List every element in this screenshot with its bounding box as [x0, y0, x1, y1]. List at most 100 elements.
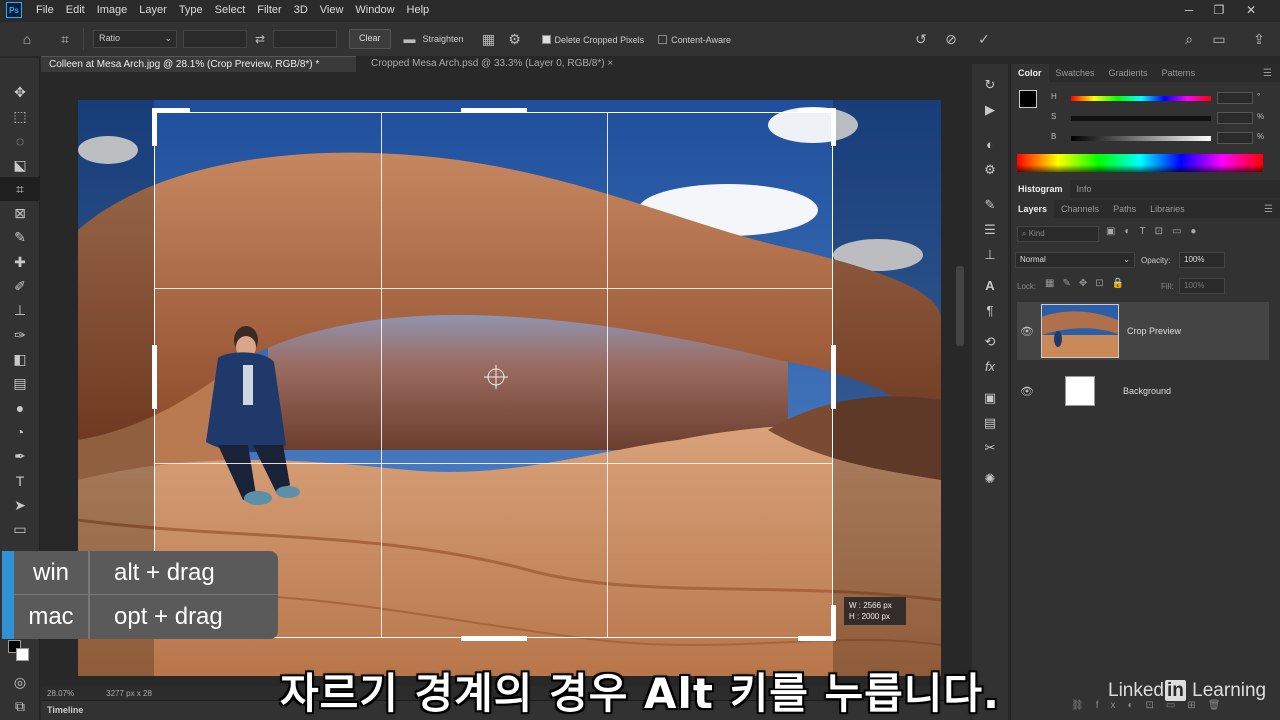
menu-view[interactable]: View	[314, 4, 350, 16]
crop-handle-top-left[interactable]	[152, 108, 157, 146]
tab-histogram[interactable]: Histogram	[1011, 180, 1070, 198]
tab-color[interactable]: Color	[1011, 64, 1049, 82]
home-icon[interactable]: ⌂	[14, 26, 40, 52]
content-aware-checkbox[interactable]	[658, 34, 668, 44]
color-spectrum-ramp[interactable]	[1017, 154, 1263, 172]
tab-swatches[interactable]: Swatches	[1049, 64, 1102, 82]
notes-icon[interactable]: ▤	[972, 410, 1008, 435]
timeline-icon[interactable]: ⟲	[972, 329, 1008, 354]
adjustments-icon[interactable]: ◐	[972, 132, 1008, 157]
cancel-crop-icon[interactable]: ⊘	[938, 26, 964, 52]
brush-settings-icon[interactable]: ✎	[972, 192, 1008, 217]
workspace-icon[interactable]: ▭	[1206, 26, 1232, 52]
minimize-button[interactable]: ─	[1174, 0, 1204, 20]
vertical-scrollbar[interactable]	[956, 266, 964, 346]
doc-tab-active[interactable]: Colleen at Mesa Arch.jpg @ 28.1% (Crop P…	[41, 56, 356, 72]
tab-libraries[interactable]: Libraries	[1143, 200, 1192, 218]
straighten-label[interactable]: Straighten	[423, 34, 464, 44]
menu-file[interactable]: File	[30, 4, 60, 16]
menu-window[interactable]: Window	[349, 4, 400, 16]
doc-tab-inactive[interactable]: Cropped Mesa Arch.psd @ 33.3% (Layer 0, …	[363, 56, 621, 72]
menu-image[interactable]: Image	[91, 4, 134, 16]
dodge-tool-icon[interactable]: ◔	[0, 420, 40, 444]
lasso-tool-icon[interactable]: ◌	[0, 129, 40, 153]
menu-type[interactable]: Type	[173, 4, 209, 16]
rectangle-tool-icon[interactable]: ▭	[0, 517, 40, 541]
panel-menu-icon[interactable]: ☰	[1263, 68, 1272, 79]
healing-brush-tool-icon[interactable]: ✚	[0, 250, 40, 274]
layer-row-background[interactable]: 👁 Background	[1017, 362, 1269, 420]
brightness-value-field[interactable]	[1217, 132, 1253, 144]
crop-handle-bottom[interactable]	[461, 636, 527, 641]
hue-value-field[interactable]	[1217, 92, 1253, 104]
tab-info[interactable]: Info	[1070, 180, 1099, 198]
clone-stamp-tool-icon[interactable]: ⊥	[0, 299, 40, 323]
foreground-color-chip[interactable]	[1019, 90, 1037, 108]
crop-tool-preset-icon[interactable]: ⌗	[52, 26, 78, 52]
paragraph-panel-icon[interactable]: ¶	[972, 298, 1008, 323]
crop-handle-bottom-right[interactable]	[831, 605, 836, 641]
tab-paths[interactable]: Paths	[1106, 200, 1143, 218]
photoshop-logo-icon[interactable]: Ps	[6, 2, 22, 18]
swap-dimensions-icon[interactable]: ⇄	[247, 26, 273, 52]
layer-name[interactable]: Crop Preview	[1127, 326, 1181, 336]
menu-select[interactable]: Select	[209, 4, 252, 16]
tools-scissors-icon[interactable]: ✂	[972, 435, 1008, 460]
content-aware-option[interactable]: Content-Aware	[658, 34, 731, 45]
tab-patterns[interactable]: Patterns	[1155, 64, 1203, 82]
width-field[interactable]	[183, 30, 247, 48]
overlay-grid-icon[interactable]: ▦	[476, 26, 502, 52]
panel-menu-icon[interactable]: ☰	[1264, 204, 1273, 215]
marquee-tool-icon[interactable]: ⬚	[0, 104, 40, 128]
crop-handle-top[interactable]	[461, 108, 527, 113]
crop-handle-left[interactable]	[152, 345, 157, 409]
clone-source-icon[interactable]: ⊥	[972, 242, 1008, 267]
fill-field[interactable]: 100%	[1179, 278, 1225, 294]
height-field[interactable]	[273, 30, 337, 48]
crop-handle-top-left[interactable]	[152, 108, 190, 113]
tab-channels[interactable]: Channels	[1054, 200, 1106, 218]
reset-crop-icon[interactable]: ↺	[908, 26, 934, 52]
sliders-icon[interactable]: ☰	[972, 217, 1008, 242]
menu-help[interactable]: Help	[401, 4, 436, 16]
menu-layer[interactable]: Layer	[133, 4, 173, 16]
commit-crop-icon[interactable]: ✓	[971, 26, 997, 52]
menu-edit[interactable]: Edit	[60, 4, 91, 16]
frame-tool-icon[interactable]: ⊠	[0, 201, 40, 225]
saturation-value-field[interactable]	[1217, 112, 1253, 124]
close-tab-icon[interactable]: ×	[607, 58, 613, 69]
3d-icon[interactable]: ✺	[972, 466, 1008, 491]
layer-filter-icons[interactable]: ▣◐T⊡▭●	[1106, 226, 1205, 237]
object-selection-tool-icon[interactable]: ⬕	[0, 153, 40, 177]
clear-button[interactable]: Clear	[349, 29, 391, 49]
pen-tool-icon[interactable]: ✒	[0, 444, 40, 468]
restore-button[interactable]: ❐	[1204, 0, 1234, 20]
close-button[interactable]: ✕	[1236, 0, 1266, 20]
visibility-eye-icon[interactable]: 👁	[1017, 325, 1037, 338]
visibility-eye-icon[interactable]: 👁	[1017, 385, 1037, 398]
history-icon[interactable]: ↻	[972, 72, 1008, 97]
ratio-dropdown[interactable]: Ratio ⌄	[93, 30, 177, 48]
properties-icon[interactable]: ⚙	[972, 157, 1008, 182]
layer-row-crop-preview[interactable]: 👁 Crop Preview	[1017, 302, 1269, 360]
lock-icons[interactable]: ▦✎✥⊡🔒	[1045, 278, 1132, 289]
search-icon[interactable]: ⌕	[1176, 26, 1202, 52]
blend-mode-dropdown[interactable]: Normal ⌄	[1015, 252, 1135, 268]
gradient-tool-icon[interactable]: ▤	[0, 372, 40, 396]
layer-filter-kind[interactable]: ⌕ Kind	[1017, 226, 1099, 242]
brightness-slider[interactable]	[1071, 136, 1211, 141]
crop-handle-right[interactable]	[831, 345, 836, 409]
straighten-icon[interactable]: ▬	[397, 26, 423, 52]
menu-filter[interactable]: Filter	[251, 4, 287, 16]
hue-slider[interactable]	[1071, 96, 1211, 101]
blur-tool-icon[interactable]: ●	[0, 396, 40, 420]
character-panel-icon[interactable]: A	[972, 273, 1008, 298]
move-tool-icon[interactable]: ✥	[0, 80, 40, 104]
styles-fx-icon[interactable]: fx	[972, 354, 1008, 379]
layer-name[interactable]: Background	[1123, 386, 1171, 396]
opacity-field[interactable]: 100%	[1179, 252, 1225, 268]
channels-icon[interactable]: ▣	[972, 385, 1008, 410]
brush-tool-icon[interactable]: ✐	[0, 274, 40, 298]
tab-layers[interactable]: Layers	[1011, 200, 1055, 218]
crop-tool-icon[interactable]: ⌗	[0, 177, 40, 202]
